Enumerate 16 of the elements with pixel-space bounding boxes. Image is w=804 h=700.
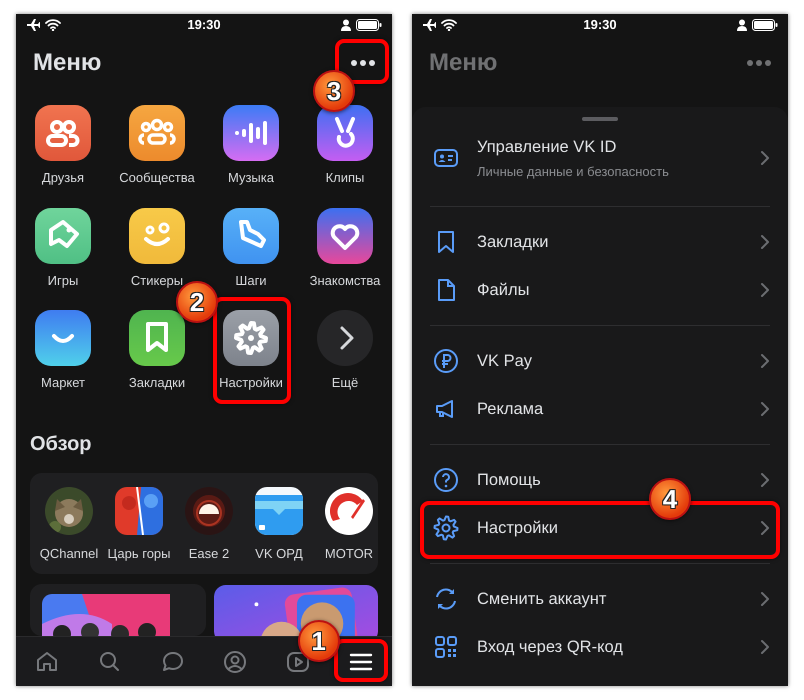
screen-title: Меню <box>429 48 498 78</box>
row-title: VK Pay <box>477 350 534 372</box>
row-title: Закладки <box>477 232 550 253</box>
status-time: 19:30 <box>187 16 221 34</box>
row-title: Управление VK ID <box>477 136 618 158</box>
row-title: Реклама <box>477 398 544 420</box>
row-subtitle: Личные данные и безопасность <box>477 162 670 181</box>
row-title: Сменить аккаунт <box>477 588 608 610</box>
row-title: Помощь <box>477 470 542 491</box>
row-title: Настройки <box>477 518 559 539</box>
row-title: Файлы <box>477 280 530 301</box>
screen-title: Меню <box>33 48 102 78</box>
status-time: 19:30 <box>583 16 617 34</box>
row-title: Вход через QR-код <box>477 636 624 658</box>
section-title: Обзор <box>30 432 93 456</box>
step-number-tooltip: 3 <box>313 70 355 112</box>
